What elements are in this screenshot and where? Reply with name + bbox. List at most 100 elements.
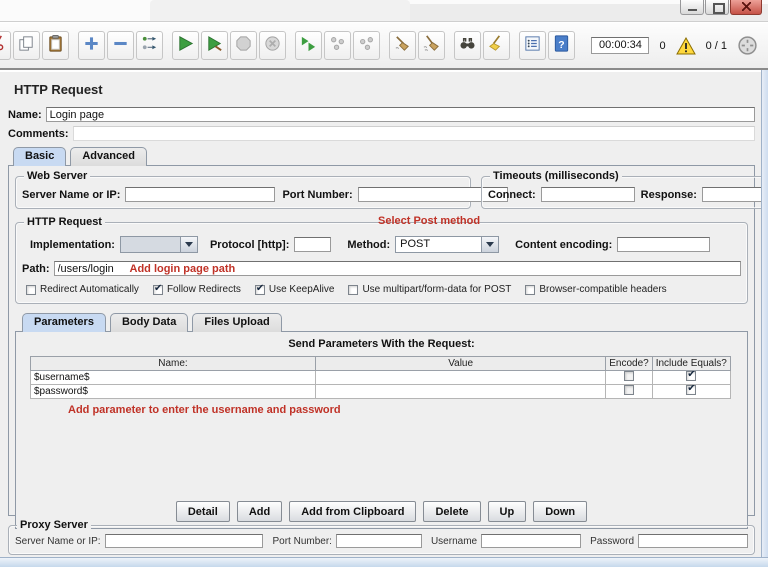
- clear-all-icon: [422, 34, 441, 58]
- name-input[interactable]: [45, 107, 755, 122]
- paste-button[interactable]: [42, 31, 69, 60]
- include-equals-cell[interactable]: [651, 384, 732, 399]
- start-button[interactable]: [172, 31, 199, 60]
- down-button[interactable]: Down: [533, 501, 588, 522]
- remote-start-all-button[interactable]: [295, 31, 322, 60]
- server-name-input[interactable]: [125, 187, 276, 202]
- connect-input[interactable]: [540, 187, 635, 202]
- active-thread-count: 0 / 1: [705, 39, 727, 52]
- path-row: Path: Add login page path: [22, 261, 741, 276]
- elapsed-timer: 00:00:34: [591, 37, 650, 54]
- include-equals-cell[interactable]: [651, 370, 732, 385]
- delete-button[interactable]: Delete: [423, 501, 481, 522]
- browser-compatible-headers-checkbox[interactable]: Browser-compatible headers: [525, 284, 667, 295]
- tab-files-upload[interactable]: Files Upload: [192, 313, 282, 332]
- checkbox-icon[interactable]: [525, 284, 536, 295]
- warning-count[interactable]: 0: [659, 40, 665, 52]
- cut-icon: [0, 34, 7, 58]
- proxy-server-name-label: Server Name or IP:: [15, 535, 101, 547]
- main-tabs: Basic Advanced: [8, 147, 755, 166]
- add-from-clipboard-button[interactable]: Add from Clipboard: [289, 501, 417, 522]
- tab-advanced[interactable]: Advanced: [70, 147, 147, 166]
- content-encoding-input[interactable]: [617, 237, 711, 252]
- clear-button[interactable]: [389, 31, 416, 60]
- tab-basic[interactable]: Basic: [13, 147, 67, 166]
- encode-cell[interactable]: [605, 384, 653, 399]
- proxy-server-name-input[interactable]: [104, 534, 264, 548]
- param-value-cell[interactable]: [314, 384, 607, 399]
- clear-icon: [393, 34, 412, 58]
- encode-cell[interactable]: [605, 370, 653, 385]
- method-combo[interactable]: POST: [395, 236, 500, 253]
- table-row[interactable]: $username$: [30, 370, 732, 385]
- param-name-cell[interactable]: $password$: [30, 384, 316, 399]
- chevron-down-icon[interactable]: [481, 237, 499, 252]
- clear-all-button[interactable]: [418, 31, 445, 60]
- param-value-cell[interactable]: [314, 370, 607, 385]
- checkbox-icon[interactable]: [686, 371, 697, 381]
- checkbox-icon[interactable]: [623, 371, 634, 381]
- minimize-button[interactable]: [680, 0, 704, 15]
- protocol-input[interactable]: [294, 237, 332, 252]
- use-keepalive-checkbox[interactable]: Use KeepAlive: [254, 283, 334, 295]
- redirect-automatically-checkbox[interactable]: Redirect Automatically: [26, 284, 139, 295]
- http-request-panel: HTTP Request Name: Comments: Basic Advan…: [0, 72, 768, 557]
- checkbox-icon[interactable]: [254, 283, 265, 295]
- remote-stop-all-button[interactable]: [324, 31, 351, 60]
- proxy-password-input[interactable]: [638, 534, 748, 548]
- toggle-button[interactable]: [136, 31, 163, 60]
- proxy-port-input[interactable]: [335, 534, 422, 548]
- start-no-pauses-button[interactable]: [201, 31, 228, 60]
- multipart-post-checkbox[interactable]: Use multipart/form-data for POST: [348, 284, 511, 295]
- connect-label: Connect:: [488, 188, 536, 201]
- cut-button[interactable]: [0, 31, 11, 60]
- chevron-down-icon[interactable]: [179, 237, 197, 252]
- stop-button[interactable]: [230, 31, 257, 60]
- comments-input[interactable]: [72, 126, 755, 141]
- expand-all-button[interactable]: [78, 31, 105, 60]
- column-header-include-equals[interactable]: Include Equals?: [651, 356, 732, 371]
- remote-shutdown-all-button[interactable]: [353, 31, 380, 60]
- implementation-value: [120, 237, 180, 252]
- tab-body-data[interactable]: Body Data: [109, 313, 189, 332]
- checkbox-icon[interactable]: [686, 385, 697, 395]
- help-button[interactable]: ?: [548, 31, 575, 60]
- warning-triangle-icon[interactable]: [675, 36, 696, 55]
- maximize-button[interactable]: [705, 0, 729, 15]
- copy-icon: [17, 34, 36, 58]
- proxy-username-input[interactable]: [481, 534, 582, 548]
- collapse-all-button[interactable]: [107, 31, 134, 60]
- close-button[interactable]: [730, 0, 762, 15]
- checkbox-icon[interactable]: [348, 284, 359, 295]
- web-server-group: Web Server Server Name or IP: Port Numbe…: [15, 170, 508, 209]
- column-header-encode[interactable]: Encode?: [605, 356, 653, 371]
- http-request-group-title: HTTP Request: [24, 216, 105, 228]
- shutdown-button[interactable]: [259, 31, 286, 60]
- follow-redirects-checkbox[interactable]: Follow Redirects: [152, 283, 241, 295]
- remote-stop-all-icon: [328, 34, 347, 58]
- param-name-cell[interactable]: $username$: [30, 370, 316, 385]
- detail-button[interactable]: Detail: [175, 501, 230, 522]
- search-button[interactable]: [454, 31, 481, 60]
- start-no-pauses-icon: [205, 34, 224, 58]
- function-helper-button[interactable]: [519, 31, 546, 60]
- search-reset-button[interactable]: [483, 31, 510, 60]
- response-input[interactable]: [701, 187, 768, 202]
- proxy-server-title: Proxy Server: [17, 519, 91, 531]
- add-button[interactable]: Add: [236, 501, 283, 522]
- checkbox-icon[interactable]: [152, 283, 163, 295]
- up-button[interactable]: Up: [487, 501, 527, 522]
- implementation-combo[interactable]: [119, 236, 198, 253]
- copy-button[interactable]: [13, 31, 40, 60]
- checkbox-icon[interactable]: [623, 385, 634, 395]
- window-titlebar: [0, 0, 768, 22]
- column-header-name[interactable]: Name:: [30, 356, 316, 371]
- table-row[interactable]: $password$: [30, 384, 732, 399]
- tab-parameters[interactable]: Parameters: [22, 313, 106, 332]
- checkbox-icon[interactable]: [26, 284, 36, 295]
- column-header-value[interactable]: Value: [314, 356, 607, 371]
- search-icon: [458, 34, 477, 58]
- port-number-label: Port Number:: [282, 188, 353, 201]
- checkbox-label: Redirect Automatically: [40, 284, 139, 295]
- background-window-shape: [150, 0, 410, 21]
